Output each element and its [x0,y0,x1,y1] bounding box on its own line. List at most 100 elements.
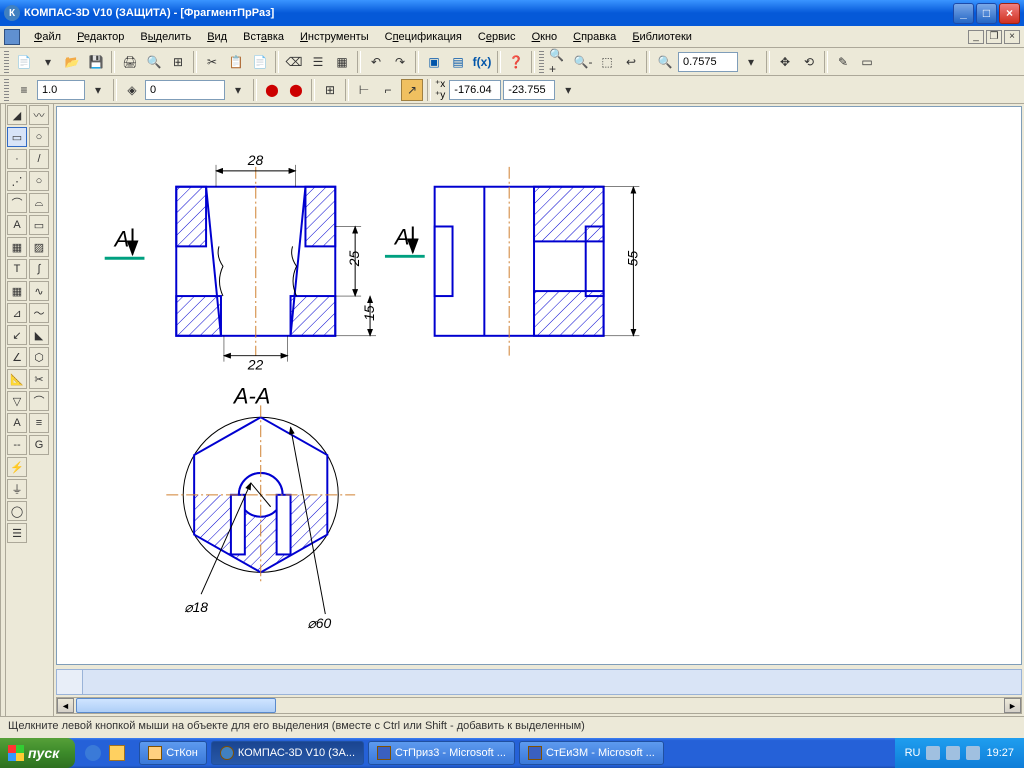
mdi-restore-button[interactable]: ❐ [986,30,1002,44]
mdi-minimize-button[interactable]: _ [968,30,984,44]
redo-button[interactable]: ↷ [389,51,411,73]
help-button[interactable]: ❓ [505,51,527,73]
zoom-in-button[interactable]: 🔍+ [548,51,570,73]
menu-help[interactable]: Справка [565,29,624,45]
snap1-button[interactable]: ⬤ [261,79,283,101]
tool-circle2[interactable]: ◯ [7,501,27,521]
tool-menu[interactable]: ☰ [7,523,27,543]
menu-insert[interactable]: Вставка [235,29,292,45]
start-button[interactable]: пуск [0,738,75,768]
tool-trim[interactable]: ✂ [29,369,49,389]
lang-indicator[interactable]: RU [905,747,921,759]
clock[interactable]: 19:27 [986,747,1014,759]
maximize-button[interactable]: □ [976,3,997,24]
layer-icon[interactable]: ◈ [121,79,143,101]
tree-button[interactable]: ▦ [331,51,353,73]
quick-launch-icon-1[interactable] [85,745,101,761]
tool-equid[interactable]: ≡ [29,413,49,433]
print-button[interactable]: 🖨 [119,51,141,73]
line-width-dropdown[interactable]: ▾ [87,79,109,101]
scroll-thumb[interactable] [76,698,276,713]
menu-view[interactable]: Вид [199,29,235,45]
pan-button[interactable]: ✥ [774,51,796,73]
tool-bezier[interactable]: ∿ [29,281,49,301]
coord-x-input[interactable] [449,80,501,100]
task-item-4[interactable]: СтЕиЗМ - Microsoft ... [519,741,664,765]
tool-point[interactable]: · [7,149,27,169]
tool-ellipse[interactable]: ○ [29,127,49,147]
tool-g[interactable]: G [29,435,49,455]
mdi-close-button[interactable]: × [1004,30,1020,44]
manager-button[interactable]: ▣ [423,51,445,73]
menu-libs[interactable]: Библиотеки [624,29,700,45]
quick-launch-icon-2[interactable] [109,745,125,761]
tool-circle[interactable]: ○ [29,171,49,191]
tool-ground[interactable]: ⏚ [7,479,27,499]
vars-button[interactable]: ▤ [447,51,469,73]
toolbar-grip-3[interactable] [4,79,9,101]
refresh-button[interactable]: ✎ [832,51,854,73]
style-button[interactable]: ≡ [13,79,35,101]
tool-text-t[interactable]: T [7,259,27,279]
menu-select[interactable]: Выделить [132,29,199,45]
tool-fillet[interactable]: ⌒ [29,391,49,411]
tool-bolt[interactable]: ⚡ [7,457,27,477]
copy-button[interactable]: 📋 [225,51,247,73]
property-panel-tab[interactable] [57,670,83,694]
tool-line[interactable]: / [29,149,49,169]
line-width-input[interactable] [37,80,85,100]
mdi-doc-icon[interactable] [4,29,20,45]
coord-y-input[interactable] [503,80,555,100]
task-item-1[interactable]: СтКон [139,741,207,765]
tool-table2[interactable]: ▦ [7,281,27,301]
ortho2-button[interactable]: ⌐ [377,79,399,101]
task-item-2[interactable]: КОМПАС-3D V10 (ЗА... [211,741,364,765]
tool-select[interactable]: ▭ [7,127,27,147]
layer-input[interactable] [145,80,225,100]
zoom-prev-button[interactable]: ↩ [620,51,642,73]
minimize-button[interactable]: _ [953,3,974,24]
scroll-right-button[interactable]: ► [1004,698,1021,713]
tool-wave[interactable]: 〜 [29,303,49,323]
toolbar-grip-2[interactable] [539,51,544,73]
new-dropdown[interactable]: ▾ [37,51,59,73]
snap2-button[interactable]: ⬤ [285,79,307,101]
tool-table[interactable]: ▦ [7,237,27,257]
tray-icon-3[interactable] [966,746,980,760]
zoom-input[interactable] [678,52,738,72]
tool-aux[interactable]: ⋰ [7,171,27,191]
tool-arc2[interactable]: ⌓ [29,193,49,213]
tool-spline[interactable]: ∫ [29,259,49,279]
task-item-3[interactable]: СтПриз3 - Microsoft ... [368,741,515,765]
ortho3-button[interactable]: ↗ [401,79,423,101]
print-layout-button[interactable]: ⊞ [167,51,189,73]
new-button[interactable]: 📄 [13,51,35,73]
tool-dim1[interactable]: ⊿ [7,303,27,323]
tool-a2[interactable]: A [7,413,27,433]
tool-measure[interactable]: 📐 [7,369,27,389]
menu-service[interactable]: Сервис [470,29,524,45]
rotate-button[interactable]: ⟲ [798,51,820,73]
tool-chamfer[interactable]: ◣ [29,325,49,345]
menu-file[interactable]: Файл [26,29,69,45]
tool-geometry[interactable]: ◢ [7,105,27,125]
toolbar-grip[interactable] [4,51,9,73]
property-panel[interactable] [83,670,1021,694]
grid-button[interactable]: ⊞ [319,79,341,101]
horizontal-scrollbar[interactable]: ◄ ► [56,697,1022,714]
zoom-window-button[interactable]: ⬚ [596,51,618,73]
scroll-left-button[interactable]: ◄ [57,698,74,713]
close-button[interactable]: × [999,3,1020,24]
tool-curve[interactable]: 〰 [29,105,49,125]
tool-hatch[interactable]: ▨ [29,237,49,257]
open-button[interactable]: 📂 [61,51,83,73]
tool-text-a[interactable]: A [7,215,27,235]
tool-rough[interactable]: ▽ [7,391,27,411]
ortho1-button[interactable]: ⊢ [353,79,375,101]
tool-dash[interactable]: -- [7,435,27,455]
zoom-dropdown[interactable]: ▾ [740,51,762,73]
zoom-fit-button[interactable]: 🔍 [654,51,676,73]
layer-dropdown[interactable]: ▾ [227,79,249,101]
zoom-out-button[interactable]: 🔍- [572,51,594,73]
tool-dim2[interactable]: ↙ [7,325,27,345]
